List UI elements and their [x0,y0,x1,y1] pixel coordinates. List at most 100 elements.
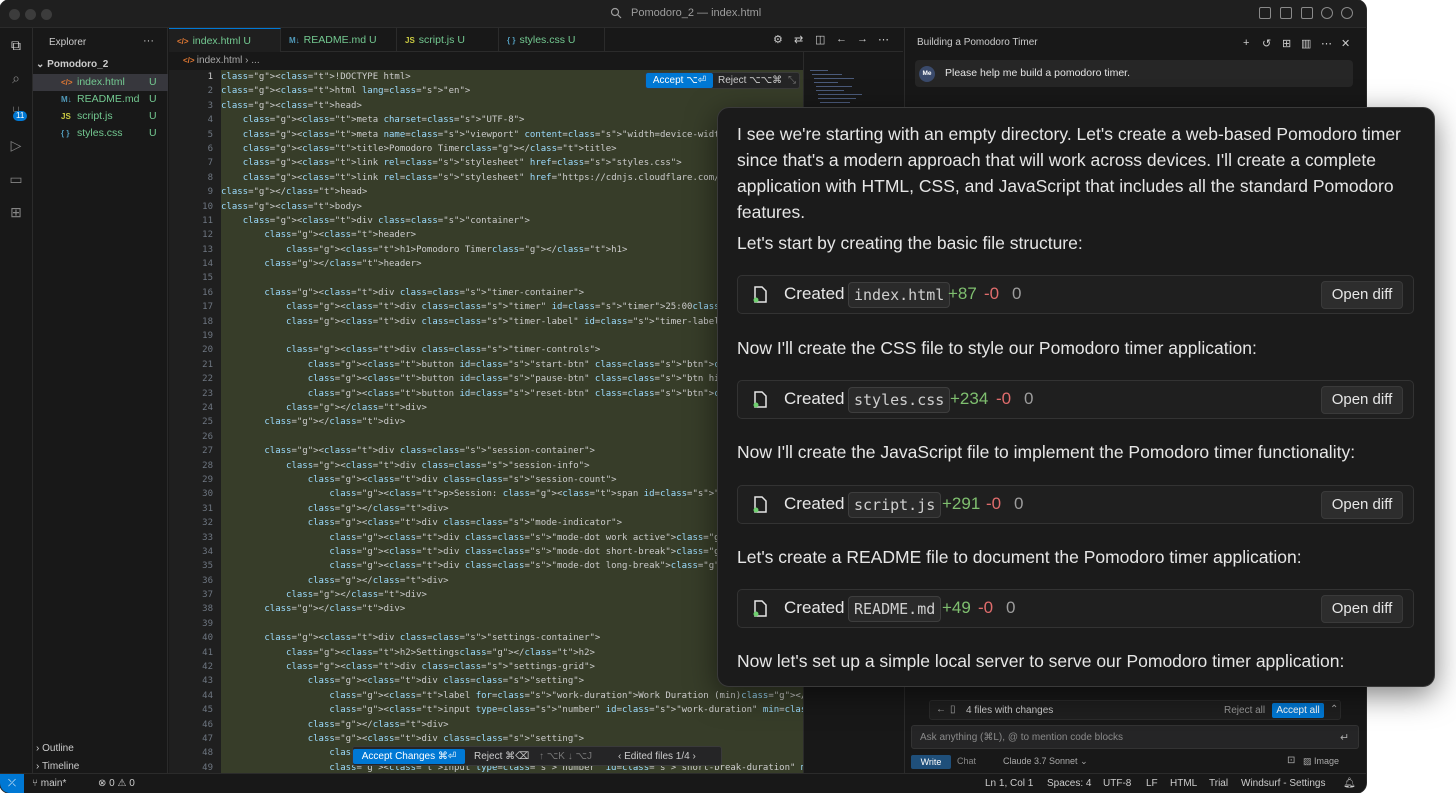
edited-files-nav[interactable]: ‹ Edited files 1/4 › [618,749,696,764]
accept-changes-button[interactable]: Accept Changes ⌘⏎ [353,749,465,764]
code-line[interactable]: class="g"><class="t">button id=class="s"… [221,358,803,372]
more-actions-icon[interactable]: ··· [143,35,154,47]
code-line[interactable]: class="g"><class="t">link rel=class="s">… [221,171,803,185]
run-debug-icon[interactable]: ▷ [8,137,24,153]
open-diff-button[interactable]: Open diff [1321,595,1403,623]
windsurf-settings[interactable]: Windsurf - Settings [1241,774,1325,793]
code-line[interactable]: class="g"></class="t">div> [221,502,803,516]
code-line[interactable]: class="g"><class="t">header> [221,228,803,242]
code-line[interactable]: class="g"></class="t">div> [221,574,803,588]
file-item-index[interactable]: </> index.html U [33,74,168,91]
tab-script[interactable]: JS script.js U [397,28,499,52]
indentation[interactable]: Spaces: 4 [1047,774,1091,793]
code-line[interactable]: class="g"><class="t">div class=class="s"… [221,300,803,314]
code-line[interactable]: class="g"><class="t">meta name=class="s"… [221,128,803,142]
code-line[interactable]: class="g"><class="t">button id=class="s"… [221,372,803,386]
code-line[interactable]: class="g"><class="t">div class=class="s"… [221,315,803,329]
mention-icon[interactable]: ⊡ [1287,755,1295,766]
problems-indicator[interactable]: ⊗ 0 ⚠ 0 [98,774,135,793]
arrow-left-icon[interactable]: ← [836,33,847,45]
extensions-icon[interactable]: ⊞ [8,204,24,220]
open-diff-button[interactable]: Open diff [1321,491,1403,519]
gear-icon[interactable]: ⚙ [773,33,783,46]
code-line[interactable] [221,329,803,343]
trial-indicator[interactable]: Trial [1209,774,1228,793]
code-line[interactable]: class="g"><class="t">h1>Pomodoro Timercl… [221,243,803,257]
plus-icon[interactable]: + [1243,37,1249,49]
code-line[interactable]: class="g"><class="t">button id=class="s"… [221,387,803,401]
code-line[interactable]: class="g"><class="t">div class=class="s"… [221,545,803,559]
language-mode[interactable]: HTML [1170,774,1197,793]
code-line[interactable]: class="g"><class="t">div class=class="s"… [221,674,803,688]
code-line[interactable]: class="g"><class="t">p>Session: class="g… [221,487,803,501]
code-line[interactable]: class="g"><class="t">div class=class="s"… [221,516,803,530]
code-line[interactable]: class="g"><class="t">link rel=class="s">… [221,156,803,170]
code-line[interactable]: class="g"><class="t">head> [221,99,803,113]
search-icon[interactable] [610,7,622,19]
more-actions-icon[interactable]: ⋯ [1321,37,1332,50]
file-item-styles[interactable]: { } styles.css U [33,125,168,142]
search-icon[interactable]: ⌕ [8,70,24,86]
code-line[interactable] [221,271,803,285]
code-line[interactable]: class="g"></class="t">div> [221,415,803,429]
code-line[interactable]: class="g"><class="t">div class=class="s"… [221,459,803,473]
code-line[interactable]: class="g"></class="t">div> [221,401,803,415]
open-diff-button[interactable]: Open diff [1321,386,1403,414]
inline-accept-button[interactable]: Accept ⌥⏎ [646,73,713,88]
book-icon[interactable]: ▥ [1301,37,1311,50]
code-line[interactable]: class="g"><class="t">label for=class="s"… [221,689,803,703]
code-line[interactable]: class="g"></class="t">header> [221,257,803,271]
code-line[interactable]: class="g"><class="t">div class=class="s"… [221,214,803,228]
sidebar-toggle-icon[interactable] [1280,7,1292,19]
code-line[interactable]: class="g"></class="t">div> [221,588,803,602]
split-editor-icon[interactable]: ◫ [815,33,825,46]
breadcrumb-file[interactable]: index.html [197,55,243,66]
write-mode-button[interactable]: Write [911,755,951,769]
tab-readme[interactable]: M↓ README.md U [281,28,397,52]
tab-index[interactable]: </> index.html U [169,28,281,52]
code-line[interactable]: class="g"><class="t">div class=class="s"… [221,286,803,300]
remote-explorer-icon[interactable]: ▭ [8,171,24,187]
code-line[interactable]: class="g"><class="t">title>Pomodoro Time… [221,142,803,156]
code-line[interactable]: class="g"><class="t">div class=class="s"… [221,660,803,674]
reject-changes-button[interactable]: Reject ⌘⌫ [474,749,529,764]
model-selector[interactable]: Claude 3.7 Sonnet ⌄ [1003,756,1088,767]
more-actions-icon[interactable]: ⋯ [878,33,889,46]
chat-input[interactable]: Ask anything (⌘L), @ to mention code blo… [911,725,1359,749]
folder-root[interactable]: ⌄ Pomodoro_2 [36,59,108,70]
code-line[interactable]: class="g"><class="t">div class=class="s"… [221,343,803,357]
files-with-changes[interactable]: ← ▯ 4 files with changes Reject all Acce… [929,700,1341,720]
open-diff-button[interactable]: Open diff [1321,281,1403,309]
tab-styles[interactable]: { } styles.css U [499,28,605,52]
submit-icon[interactable]: ↵ [1340,731,1349,744]
code-line[interactable]: class="g"><class="t">input type=class="s… [221,703,803,717]
code-line[interactable]: class="g"></class="t">head> [221,185,803,199]
outline-section[interactable]: › Outline [36,743,74,754]
remote-icon[interactable]: ⤫ [0,774,24,793]
cursor-position[interactable]: Ln 1, Col 1 [985,774,1033,793]
navigate-changes[interactable]: ↑ ⌥K ↓ ⌥J [539,749,592,764]
code-content[interactable]: class="g"><class="t">!DOCTYPE html> class… [221,70,803,773]
encoding[interactable]: UTF-8 [1103,774,1131,793]
arrow-right-icon[interactable]: → [857,33,868,45]
inline-reject-button[interactable]: Reject ⌥⌥⌘ [718,73,782,88]
extensions-icon[interactable]: ⊞ [1282,37,1291,50]
accept-all-button[interactable]: Accept all [1272,703,1324,718]
timeline-section[interactable]: › Timeline [36,761,79,772]
breadcrumb-rest[interactable]: ... [251,55,259,66]
maximize-window-button[interactable] [41,9,52,20]
code-line[interactable]: class="g"><class="t">body> [221,200,803,214]
close-icon[interactable]: ✕ [1341,37,1350,50]
code-line[interactable]: class="g"></class="t">div> [221,602,803,616]
file-item-script[interactable]: JS script.js U [33,108,168,125]
branch-indicator[interactable]: ⑂ main* [32,774,66,793]
line-ending[interactable]: LF [1146,774,1158,793]
code-line[interactable] [221,430,803,444]
compare-icon[interactable]: ⇄ [794,33,803,46]
code-line[interactable]: class="g"><class="t">div class=class="s"… [221,531,803,545]
reject-all-button[interactable]: Reject all [1224,705,1265,716]
layout-toggle-icon[interactable] [1259,7,1271,19]
file-item-readme[interactable]: M↓ README.md U [33,91,168,108]
code-line[interactable]: class="g"><class="t">div class=class="s"… [221,473,803,487]
code-editor[interactable]: 1 2 3 4 5 6 7 8 9 10 11 12 13 14 15 16 17 18 19 20 21 22 23 24 2… [169,70,803,773]
